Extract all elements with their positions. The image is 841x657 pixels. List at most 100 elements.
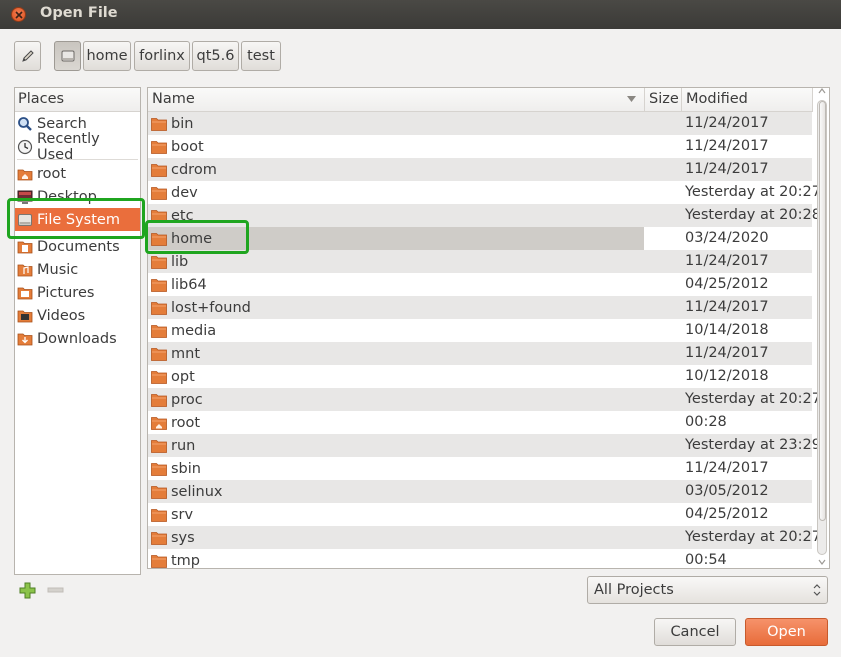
file-name: run — [171, 437, 196, 454]
folder-icon — [151, 278, 167, 292]
places-header: Places — [15, 88, 140, 112]
file-name: cdrom — [171, 161, 217, 178]
table-row[interactable]: boot 11/24/2017 — [148, 135, 812, 158]
scroll-down-arrow-icon[interactable] — [818, 558, 826, 566]
home-folder-icon — [151, 416, 167, 430]
size-cell — [644, 434, 681, 457]
table-row[interactable]: selinux 03/05/2012 — [148, 480, 812, 503]
name-cell: boot — [148, 135, 644, 158]
file-name: root — [171, 414, 201, 431]
add-bookmark-icon[interactable] — [19, 582, 36, 599]
table-row[interactable]: sys Yesterday at 20:27 — [148, 526, 821, 549]
file-name: mnt — [171, 345, 200, 362]
modified-cell: 11/24/2017 — [685, 460, 769, 476]
table-row[interactable]: proc Yesterday at 20:27 — [148, 388, 821, 411]
column-header-name[interactable]: Name — [148, 88, 645, 112]
column-header-size[interactable]: Size — [645, 88, 682, 112]
table-row[interactable]: cdrom 11/24/2017 — [148, 158, 812, 181]
name-cell: proc — [148, 388, 644, 411]
file-name: proc — [171, 391, 203, 408]
modified-cell: 11/24/2017 — [685, 138, 769, 154]
size-cell — [644, 296, 681, 319]
table-row[interactable]: mnt 11/24/2017 — [148, 342, 812, 365]
filter-selected-label: All Projects — [594, 582, 674, 598]
place-recently-used[interactable]: Recently Used — [15, 131, 140, 163]
table-row[interactable]: run Yesterday at 23:29 — [148, 434, 821, 457]
window-title: Open File — [40, 5, 118, 21]
title-bar: Open File — [0, 0, 841, 29]
file-name: opt — [171, 368, 195, 385]
file-name: dev — [171, 184, 198, 201]
path-root-button[interactable] — [54, 41, 81, 71]
table-row[interactable]: bin 11/24/2017 — [148, 112, 812, 135]
size-cell — [644, 181, 681, 204]
name-cell: bin — [148, 112, 644, 135]
open-button[interactable]: Open — [745, 618, 828, 646]
place-label: Music — [37, 261, 79, 278]
table-row[interactable]: tmp 00:54 — [148, 549, 812, 568]
music-icon — [17, 264, 33, 276]
vertical-scrollbar[interactable] — [815, 87, 830, 569]
place-root[interactable]: root — [15, 162, 140, 185]
table-row[interactable]: srv 04/25/2012 — [148, 503, 812, 526]
path-segment-test[interactable]: test — [241, 41, 281, 71]
file-type-filter-select[interactable]: All Projects — [587, 576, 828, 604]
path-segment-home[interactable]: home — [83, 41, 131, 71]
folder-icon — [151, 324, 167, 338]
table-row[interactable]: root 00:28 — [148, 411, 812, 434]
modified-cell: 00:54 — [685, 552, 727, 568]
place-music[interactable]: Music — [15, 258, 140, 281]
table-row[interactable]: opt 10/12/2018 — [148, 365, 812, 388]
folder-icon — [151, 531, 167, 545]
modified-cell: 04/25/2012 — [685, 276, 769, 292]
scrollbar-thumb[interactable] — [819, 101, 826, 521]
table-row[interactable]: sbin 11/24/2017 — [148, 457, 812, 480]
name-cell: lib64 — [148, 273, 644, 296]
sort-descending-icon — [627, 96, 636, 102]
remove-bookmark-icon[interactable] — [47, 587, 64, 593]
size-cell — [644, 365, 681, 388]
name-cell: opt — [148, 365, 644, 388]
place-pictures[interactable]: Pictures — [15, 281, 140, 304]
type-location-button[interactable] — [14, 41, 41, 71]
path-segment-forlinx[interactable]: forlinx — [134, 41, 190, 71]
home-folder-icon — [17, 169, 33, 180]
folder-icon — [151, 255, 167, 269]
pictures-icon — [17, 287, 33, 299]
table-row[interactable]: media 10/14/2018 — [148, 319, 812, 342]
name-cell: tmp — [148, 549, 644, 568]
size-cell — [644, 480, 681, 503]
folder-icon — [151, 485, 167, 499]
file-name: boot — [171, 138, 204, 155]
scroll-up-arrow-icon[interactable] — [818, 87, 826, 95]
table-row[interactable]: lib64 04/25/2012 — [148, 273, 812, 296]
path-segment-qt56[interactable]: qt5.6 — [192, 41, 239, 71]
table-row[interactable]: lost+found 11/24/2017 — [148, 296, 812, 319]
size-cell — [644, 273, 681, 296]
folder-icon — [151, 347, 167, 361]
size-cell — [644, 503, 681, 526]
column-name-label: Name — [152, 91, 195, 107]
size-cell — [644, 411, 681, 434]
close-button[interactable] — [11, 7, 26, 22]
modified-cell: 11/24/2017 — [681, 112, 812, 135]
folder-icon — [151, 439, 167, 453]
folder-icon — [151, 370, 167, 384]
highlight-home-row — [145, 220, 249, 254]
cancel-button[interactable]: Cancel — [654, 618, 736, 646]
file-name: lib64 — [171, 276, 207, 293]
size-cell — [644, 250, 681, 273]
table-row[interactable]: dev Yesterday at 20:27 — [148, 181, 821, 204]
place-videos[interactable]: Videos — [15, 304, 140, 327]
size-cell — [644, 526, 681, 549]
name-cell: cdrom — [148, 158, 644, 181]
table-row[interactable]: lib 11/24/2017 — [148, 250, 812, 273]
file-name: media — [171, 322, 217, 339]
column-header-modified[interactable]: Modified — [682, 88, 813, 112]
name-cell: sys — [148, 526, 644, 549]
name-cell: selinux — [148, 480, 644, 503]
place-downloads[interactable]: Downloads — [15, 327, 140, 350]
scrollbar-track[interactable] — [817, 100, 827, 555]
size-cell — [644, 549, 681, 568]
size-cell — [644, 135, 681, 158]
